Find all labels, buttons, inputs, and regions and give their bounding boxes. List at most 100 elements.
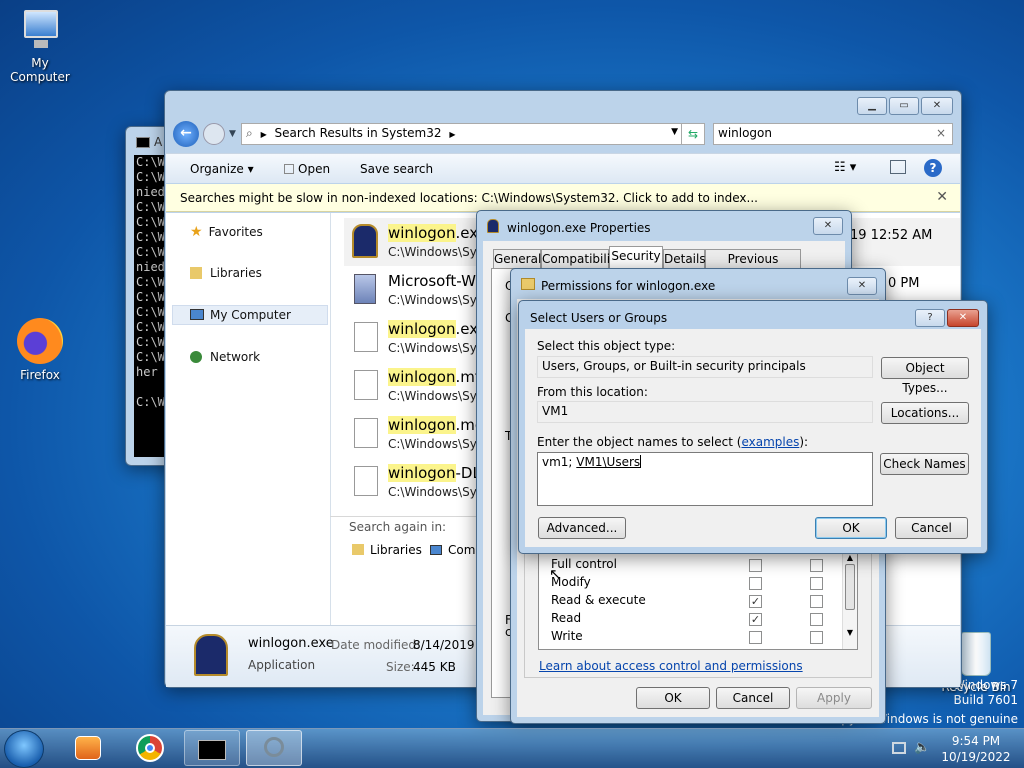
search-again-divider — [330, 516, 476, 517]
computer-icon — [190, 309, 204, 320]
minimize-button[interactable]: ▁ — [857, 97, 887, 115]
maximize-button[interactable]: ▭ — [889, 97, 919, 115]
examples-link[interactable]: examples — [741, 435, 799, 449]
scrollbar-thumb[interactable] — [845, 564, 855, 610]
help-icon[interactable]: ? — [924, 159, 942, 177]
media-player-icon[interactable] — [60, 730, 116, 766]
chevron-down-icon[interactable]: ▼ — [671, 127, 678, 137]
check-names-button[interactable]: Check Names — [880, 453, 969, 475]
search-again-libraries[interactable]: Libraries — [352, 543, 422, 557]
object-names-label-text: ): — [799, 435, 809, 449]
result-row[interactable]: Microsoft-Wi C:\Windows\Syst — [348, 268, 488, 312]
tab-details[interactable]: Details — [663, 249, 706, 269]
object-types-button[interactable]: Object Types... — [881, 357, 969, 395]
file-icon — [354, 370, 378, 400]
view-options-icon[interactable]: ☷ ▾ — [834, 160, 856, 175]
search-again-computer[interactable]: Com — [430, 543, 476, 557]
permission-allow-checkbox — [749, 577, 762, 590]
result-highlight: winlogon — [388, 224, 456, 242]
ok-button[interactable]: OK — [815, 517, 887, 539]
details-modified-label: Date modified: — [331, 638, 421, 652]
clock-time: 9:54 PM — [951, 734, 1001, 748]
result-path: C:\Windows\Syst — [388, 389, 488, 403]
result-row[interactable]: winlogon-DL C:\Windows\Syst — [348, 460, 488, 504]
application-icon — [352, 224, 378, 258]
cursor-icon: ↖ — [549, 565, 562, 583]
application-icon — [194, 634, 228, 676]
text-caret — [640, 455, 642, 468]
result-row[interactable]: winlogon.mfl C:\Windows\Syst — [348, 364, 488, 408]
nav-item-network[interactable]: Network — [190, 350, 260, 364]
volume-icon[interactable]: 🔈 — [914, 740, 930, 755]
tab-security[interactable]: Security — [609, 246, 663, 269]
tab-compatibility[interactable]: Compatibility — [541, 249, 622, 269]
close-button[interactable]: ✕ — [847, 277, 877, 295]
scroll-up-icon[interactable]: ▲ — [843, 553, 857, 562]
result-highlight: winlogon — [388, 368, 456, 386]
info-bar-text: Searches might be slow in non-indexed lo… — [180, 191, 758, 205]
desktop-icon-my-computer[interactable]: My Computer — [0, 8, 80, 84]
permission-row: Read & execute — [551, 593, 841, 611]
cancel-button[interactable]: Cancel — [716, 687, 790, 709]
taskbar-explorer-button[interactable] — [246, 730, 302, 766]
apply-button[interactable]: Apply — [796, 687, 872, 709]
properties-title-icon — [487, 219, 499, 233]
access-control-link[interactable]: Learn about access control and permissio… — [539, 659, 803, 673]
desktop-icon-firefox[interactable]: Firefox — [0, 318, 80, 382]
network-tray-icon[interactable] — [892, 742, 906, 754]
organize-menu[interactable]: Organize ▾ — [190, 162, 254, 176]
tab-previous-versions[interactable]: Previous Versions — [705, 249, 801, 284]
result-row[interactable]: winlogon.exe C:\Windows\Syst — [348, 316, 488, 360]
search-again-label: Search again in: — [349, 520, 447, 534]
location-label: From this location: — [537, 385, 648, 399]
permissions-title: Permissions for winlogon.exe — [541, 279, 716, 293]
open-icon — [284, 164, 294, 174]
forward-button[interactable] — [203, 123, 225, 145]
scroll-down-icon[interactable]: ▼ — [843, 628, 857, 637]
search-input[interactable]: winlogon × — [713, 123, 953, 145]
nav-label: Favorites — [208, 225, 263, 239]
refresh-icon[interactable]: ⇆ — [681, 123, 705, 145]
clock-date: 10/19/2022 — [941, 750, 1011, 764]
result-row[interactable]: winlogon.mo C:\Windows\Syst — [348, 412, 488, 456]
close-button[interactable]: ✕ — [947, 309, 979, 327]
ok-button[interactable]: OK — [636, 687, 710, 709]
start-button[interactable] — [4, 730, 44, 768]
permissions-scrollbar[interactable]: ▲ ▼ — [842, 553, 857, 649]
permission-label: Write — [551, 629, 583, 643]
open-button[interactable]: Open — [284, 162, 330, 176]
breadcrumb-arrow-icon: ▶ — [449, 130, 456, 139]
permission-allow-checkbox: ✓ — [749, 595, 762, 608]
preview-pane-icon[interactable] — [890, 160, 906, 174]
help-button[interactable]: ? — [915, 309, 945, 327]
info-bar[interactable]: Searches might be slow in non-indexed lo… — [166, 184, 960, 212]
library-icon — [352, 544, 364, 555]
chrome-icon[interactable] — [122, 730, 178, 766]
manifest-icon — [354, 274, 376, 304]
save-search-button[interactable]: Save search — [360, 162, 433, 176]
permission-row: Read — [551, 611, 841, 629]
close-button[interactable]: ✕ — [813, 217, 843, 235]
search-again-libraries-label: Libraries — [370, 543, 422, 557]
tab-general[interactable]: General — [493, 249, 541, 269]
permission-deny-checkbox — [810, 613, 823, 626]
advanced-button[interactable]: Advanced... — [538, 517, 626, 539]
address-bar[interactable]: ⌕ ▶ Search Results in System32 ▶ ▼ — [241, 123, 685, 145]
result-row[interactable]: winlogon.exe C:\Windows\Syst — [348, 220, 488, 264]
nav-item-my-computer[interactable]: My Computer — [190, 308, 291, 322]
result-date: 0 PM — [888, 276, 920, 291]
clear-icon[interactable]: × — [936, 126, 946, 140]
object-names-input[interactable]: vm1; VM1\Users — [537, 452, 873, 506]
chevron-down-icon[interactable]: ▼ — [229, 129, 236, 139]
taskbar-cmd-button[interactable] — [184, 730, 240, 766]
close-button[interactable]: ✕ — [921, 97, 953, 115]
nav-item-favorites[interactable]: ★ Favorites — [190, 224, 263, 240]
locations-button[interactable]: Locations... — [881, 402, 969, 424]
nav-item-libraries[interactable]: Libraries — [190, 266, 262, 280]
back-button[interactable]: ← — [173, 121, 199, 147]
folder-icon — [521, 278, 535, 290]
clock[interactable]: 9:54 PM 10/19/2022 — [938, 733, 1014, 765]
permission-deny-checkbox — [810, 595, 823, 608]
cancel-button[interactable]: Cancel — [895, 517, 968, 539]
close-icon[interactable]: ✕ — [936, 189, 948, 205]
